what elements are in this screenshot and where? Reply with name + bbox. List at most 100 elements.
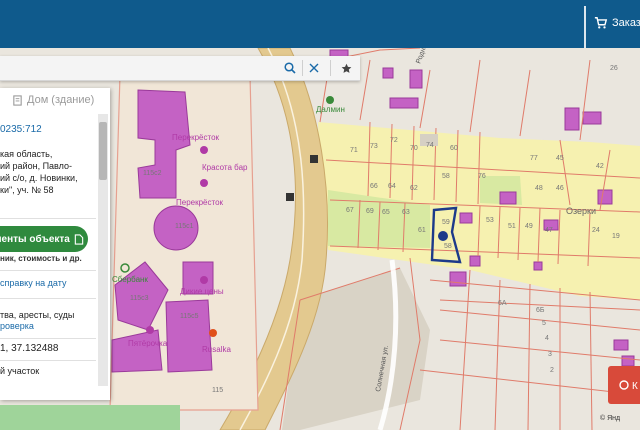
header-divider [584,6,586,48]
search-separator [330,60,331,76]
certificate-link[interactable]: справку на дату [0,278,66,288]
scrollbar-thumb[interactable] [99,122,107,180]
svg-text:2: 2 [550,367,554,374]
divider [0,270,96,271]
svg-text:42: 42 [596,163,604,170]
poi-rusalka: Rusalka [202,345,231,354]
svg-text:53: 53 [486,217,494,224]
shop-icon [200,146,208,154]
svg-text:48: 48 [535,185,543,192]
selected-marker[interactable] [438,231,448,241]
svg-text:76: 76 [478,173,486,180]
yandex-attribution: © Янд [600,414,620,422]
building-115c5 [165,299,213,373]
divider [0,360,96,361]
svg-text:58: 58 [444,243,452,250]
svg-text:26: 26 [610,65,618,72]
svg-text:24: 24 [592,227,600,234]
svg-text:69: 69 [366,208,374,215]
pharmacy-icon [326,96,334,104]
object-documents-button[interactable]: менты объекта [0,226,88,252]
svg-text:115с3: 115с3 [130,295,149,302]
svg-text:61: 61 [418,227,426,234]
documents-note: ник, стоимость и др. [0,254,82,263]
divider [0,298,96,299]
documents-button-label: менты объекта [0,233,70,245]
poi-dalmin: Далмин [316,105,345,114]
favorite-button[interactable] [334,56,358,80]
svg-text:49: 49 [525,223,533,230]
svg-text:6А: 6А [498,300,507,307]
divider [0,218,96,219]
cart-icon [594,17,608,29]
address-line: ий район, Павло- [0,161,72,171]
place-ozerki: Озерки [566,206,596,216]
object-info-panel: Дом (здание) 0235:712 кая область, ий ра… [0,88,110,400]
shop-icon [200,179,208,187]
svg-text:72: 72 [390,137,398,144]
svg-text:66: 66 [370,183,378,190]
svg-text:59: 59 [442,219,450,226]
top-bar: Заказы [0,0,640,48]
address-line: ки", уч. № 58 [0,185,54,195]
svg-text:3: 3 [548,351,552,358]
road-sign-icon [310,155,318,163]
svg-text:115с2: 115с2 [143,170,162,177]
star-icon [341,63,351,73]
svg-text:64: 64 [388,183,396,190]
svg-text:6Б: 6Б [536,307,545,314]
panel-header: Дом (здание) [12,94,94,106]
search-input[interactable] [0,56,278,80]
divider [0,338,96,339]
svg-text:73: 73 [370,143,378,150]
svg-text:62: 62 [410,185,418,192]
document-icon [13,94,22,106]
svg-text:58: 58 [442,173,450,180]
search-button[interactable] [278,56,302,80]
object-address: кая область, ий район, Павло- ий с/о, д.… [0,148,96,196]
search-icon [284,62,296,74]
cadastral-number[interactable]: 0235:712 [0,124,42,135]
svg-text:115с1: 115с1 [175,223,194,230]
panel-title: Дом (здание) [27,94,95,106]
svg-text:71: 71 [350,147,358,154]
poi-dikie-ceny: Дикие цены [180,287,224,296]
svg-text:5: 5 [542,320,546,327]
poi-perekrestok-1: Перекрёсток [172,133,220,142]
svg-text:115с5: 115с5 [180,313,199,320]
restrictions-text: тва, аресты, суды [0,310,75,320]
svg-text:67: 67 [346,207,354,214]
check-link[interactable]: роверка [0,321,34,331]
shop-icon [200,276,208,284]
svg-text:65: 65 [382,209,390,216]
restaurant-icon [209,329,217,337]
svg-text:51: 51 [508,223,516,230]
panel-scrollbar[interactable] [98,114,108,386]
address-line: ий с/о, д. Новинки, [0,173,78,183]
svg-text:19: 19 [612,233,620,240]
orders-button[interactable]: Заказы [594,16,640,30]
poi-pyaterochka: Пятёрочка [128,339,168,348]
svg-text:77: 77 [530,155,538,162]
svg-text:46: 46 [556,185,564,192]
road-sign-icon [286,193,294,201]
svg-text:45: 45 [556,155,564,162]
svg-text:74: 74 [426,142,434,149]
close-icon [309,63,319,73]
poi-perekrestok-2: Перекрёсток [176,198,224,207]
svg-text:4: 4 [545,335,549,342]
land-plot: й участок [0,366,40,376]
address-line: кая область, [0,149,53,159]
svg-text:70: 70 [410,145,418,152]
svg-text:47: 47 [545,227,553,234]
file-icon [74,233,84,245]
search-bar [0,56,360,81]
svg-text:60: 60 [450,145,458,152]
shop-icon [146,326,154,334]
coordinates: 1, 37.132488 [0,343,59,354]
clear-button[interactable] [302,56,326,80]
action-button-label: К [632,381,638,392]
svg-text:63: 63 [402,209,410,216]
poi-sberbank: Сбербанк [112,275,148,284]
svg-text:115: 115 [212,387,223,394]
